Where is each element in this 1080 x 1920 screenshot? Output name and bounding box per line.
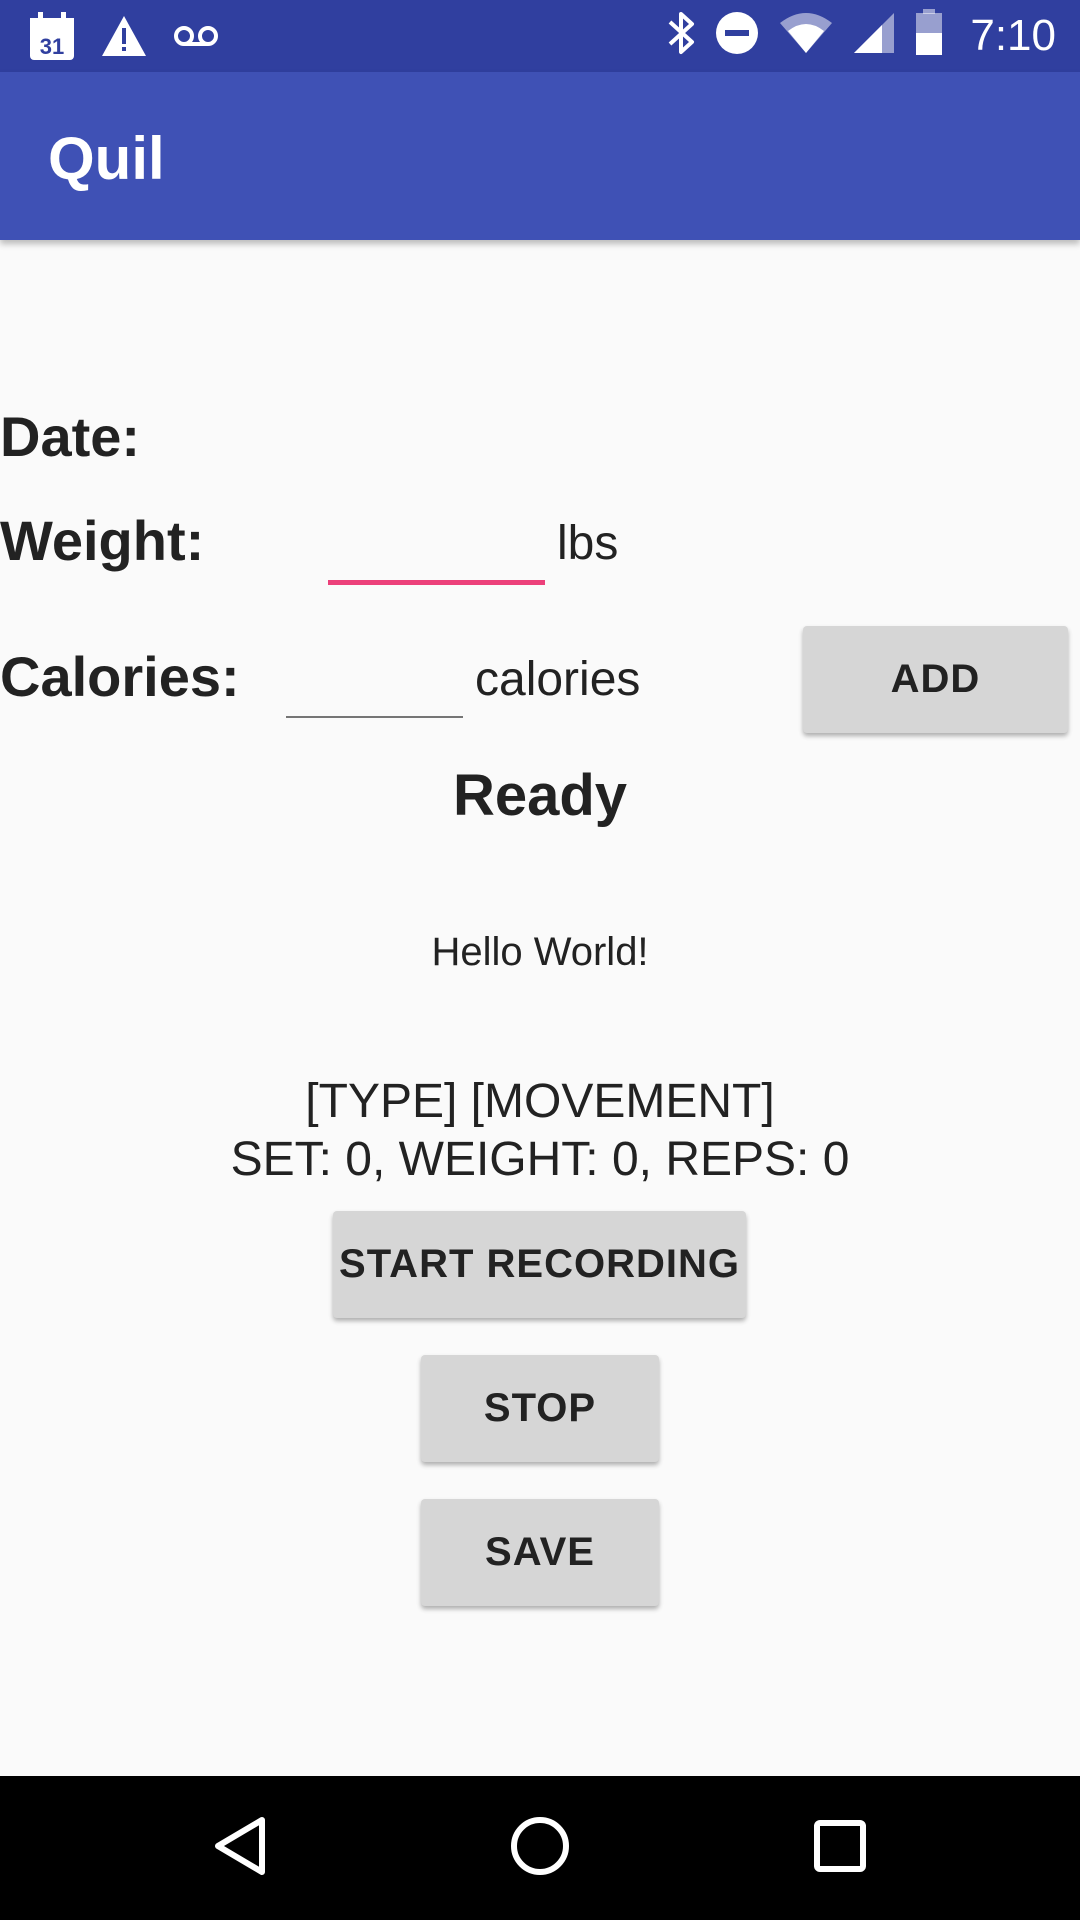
save-button[interactable]: SAVE xyxy=(421,1499,659,1606)
svg-text:31: 31 xyxy=(40,34,64,59)
calendar-icon: 31 xyxy=(28,10,76,67)
status-time: 7:10 xyxy=(970,10,1056,60)
calories-label: Calories: xyxy=(0,645,240,708)
system-icons: 7:10 xyxy=(666,8,1056,63)
back-button[interactable] xyxy=(140,1776,340,1920)
recents-button[interactable] xyxy=(740,1776,940,1920)
calories-unit: calories xyxy=(475,653,641,706)
home-icon xyxy=(509,1815,571,1882)
date-label: Date: xyxy=(0,405,141,468)
start-recording-button[interactable]: START RECORDING xyxy=(333,1211,746,1318)
calories-input[interactable] xyxy=(286,716,463,718)
voicemail-icon xyxy=(172,21,220,56)
add-button[interactable]: ADD xyxy=(803,626,1068,733)
bluetooth-icon xyxy=(666,8,696,63)
notification-icons: 31 xyxy=(28,10,220,67)
navigation-bar xyxy=(0,1776,1080,1920)
weight-input[interactable] xyxy=(328,580,545,585)
weight-label: Weight: xyxy=(0,509,205,572)
warning-icon xyxy=(100,14,148,63)
movement-text: [TYPE] [MOVEMENT] xyxy=(305,1075,775,1128)
weight-unit: lbs xyxy=(557,517,619,570)
status-bar: 31 7:10 xyxy=(0,0,1080,72)
cell-signal-icon xyxy=(852,11,896,60)
recents-icon xyxy=(812,1818,868,1879)
app-bar: Quil xyxy=(0,72,1080,240)
set-info-text: SET: 0, WEIGHT: 0, REPS: 0 xyxy=(230,1133,850,1186)
wifi-icon xyxy=(778,11,834,60)
do-not-disturb-icon xyxy=(714,10,760,61)
message-text: Hello World! xyxy=(431,930,649,974)
state-text: Ready xyxy=(452,763,628,828)
back-icon xyxy=(210,1814,270,1883)
battery-icon xyxy=(914,9,944,62)
stop-button[interactable]: STOP xyxy=(421,1355,659,1462)
home-button[interactable] xyxy=(440,1776,640,1920)
app-title: Quil xyxy=(48,125,165,192)
